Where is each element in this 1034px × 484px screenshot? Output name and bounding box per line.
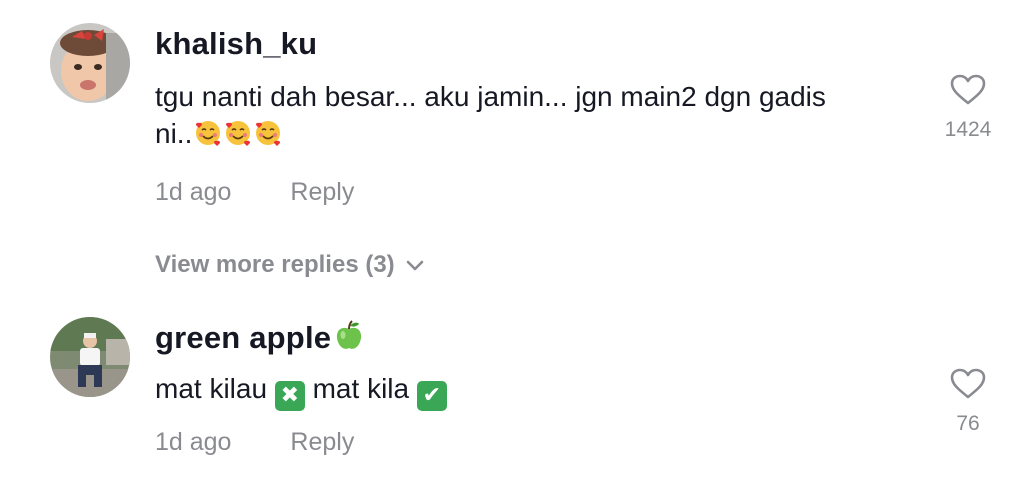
username[interactable]: green apple — [155, 320, 365, 356]
timestamp: 1d ago — [155, 428, 232, 456]
baby-portrait-avatar-icon — [50, 23, 130, 103]
reply-button[interactable]: Reply — [290, 178, 354, 207]
comment-meta: 1d ago Reply — [155, 428, 354, 457]
comment-meta: 1d ago Reply — [155, 178, 354, 207]
like-button[interactable]: 1424 — [938, 74, 998, 142]
heart-icon[interactable] — [950, 368, 986, 400]
avatar[interactable] — [50, 23, 130, 103]
comment-text-line: tgu nanti dah besar... aku jamin... jgn … — [155, 81, 826, 112]
like-count: 76 — [956, 412, 980, 435]
view-more-replies-button[interactable]: View more replies (3) — [155, 251, 425, 279]
comment-text-part: mat kila — [312, 373, 410, 404]
username-label: green apple — [155, 320, 332, 355]
like-count: 1424 — [944, 118, 992, 141]
chevron-down-icon — [406, 260, 423, 270]
username[interactable]: khalish_ku — [155, 26, 317, 62]
reply-button[interactable]: Reply — [290, 428, 354, 457]
like-button[interactable]: 76 — [938, 368, 998, 436]
heart-icon[interactable] — [950, 74, 986, 106]
view-more-replies-label: View more replies (3) — [155, 251, 395, 278]
smiling-hearts-emoji-icon — [192, 118, 282, 149]
timestamp: 1d ago — [155, 178, 232, 206]
avatar[interactable] — [50, 317, 130, 397]
comment-text-line: ni.. — [155, 118, 193, 149]
cross-mark-icon: ✖ — [274, 381, 305, 411]
comment-text-part: mat kilau — [155, 373, 268, 404]
check-mark-icon: ✔ — [416, 381, 447, 411]
comment-text: mat kilau ✖ mat kila ✔ — [155, 370, 925, 411]
green-apple-icon — [337, 320, 362, 349]
comment-text: tgu nanti dah besar... aku jamin... jgn … — [155, 78, 925, 152]
man-sitting-photo-avatar-icon — [50, 317, 130, 397]
comments-panel: khalish_ku tgu nanti dah besar... aku ja… — [0, 0, 1034, 484]
